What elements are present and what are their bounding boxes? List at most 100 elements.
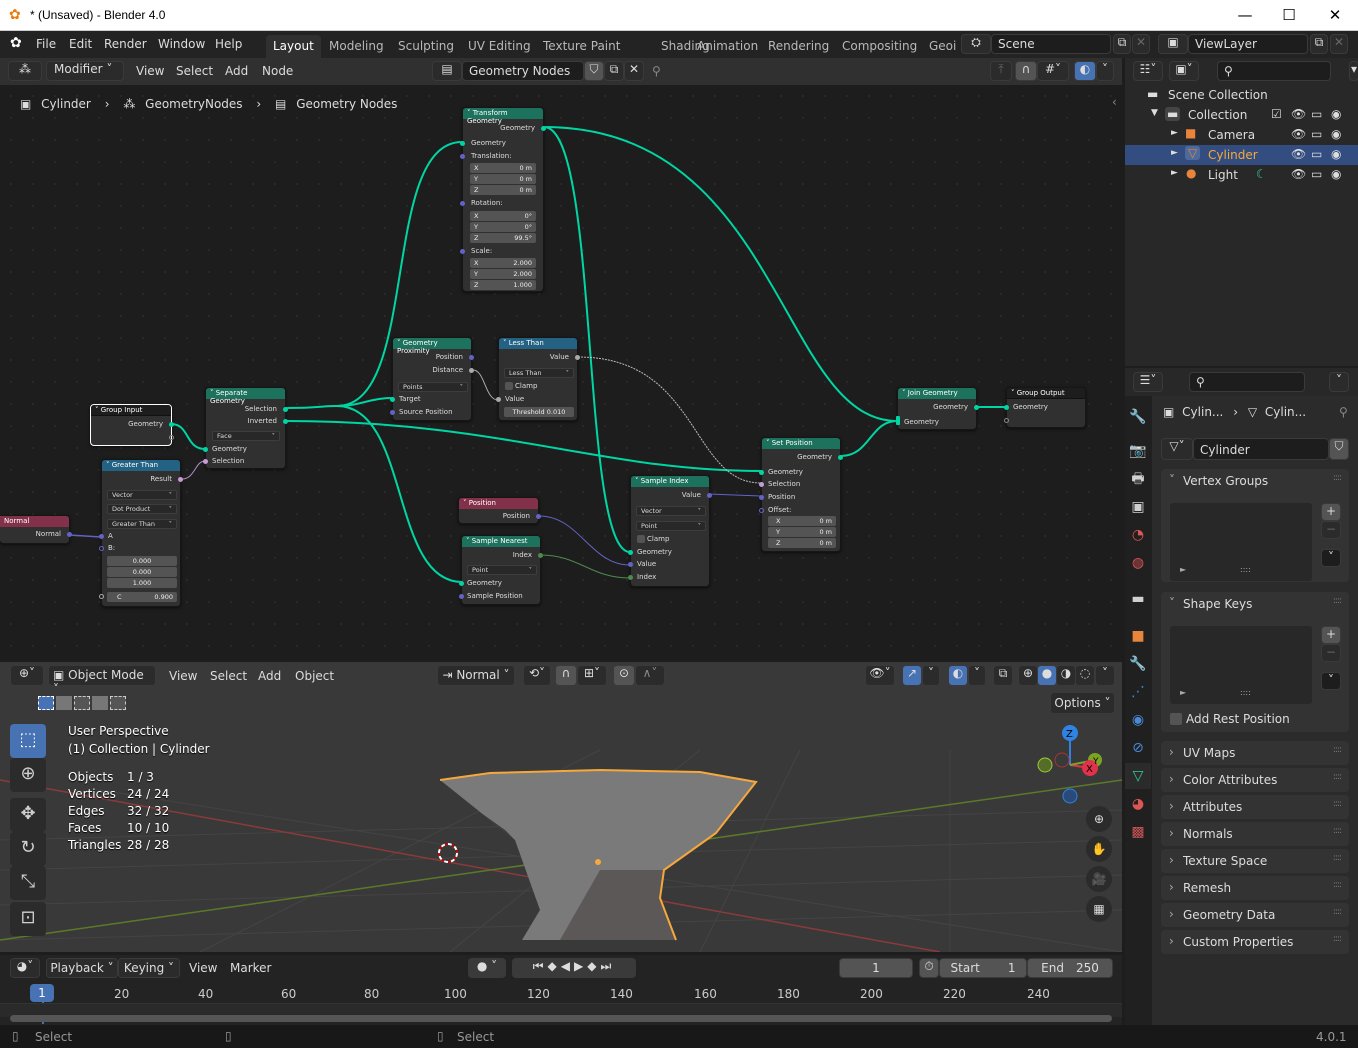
texture-tab-icon[interactable]: ▩ [1125, 819, 1151, 845]
socket-scale[interactable] [460, 249, 465, 254]
socket-target[interactable] [390, 397, 395, 402]
node-header[interactable]: ˅ Separate Geometry [206, 388, 285, 405]
scale-tool-icon[interactable]: ⤡ [10, 866, 46, 900]
data-type-dropdown[interactable]: Vector ˅ [107, 490, 177, 500]
mesh-data-tab-icon[interactable]: ▽ [1125, 763, 1151, 789]
socket-value-in[interactable] [496, 397, 501, 402]
viewport-display-icon[interactable]: ▭ [1311, 107, 1322, 121]
mesh-browse-icon[interactable]: ▽˅ [1161, 438, 1193, 460]
socket-empty[interactable] [1004, 418, 1009, 423]
offset-y[interactable]: Y0 m [768, 527, 836, 537]
node-menu-add[interactable]: Add [225, 64, 248, 78]
material-shading-icon[interactable]: ◑ [1056, 665, 1076, 686]
shading-dropdown-icon[interactable]: ˅ [1095, 665, 1115, 686]
node-header[interactable]: ˅ Group Output [1007, 388, 1085, 399]
node-editor-canvas[interactable]: ▣ Cylinder › ⁂ GeometryNodes › ▤ Geometr… [0, 85, 1122, 660]
drag-grip-icon[interactable]: :::: [1333, 934, 1342, 944]
filter-icon[interactable]: ▾ [1349, 61, 1358, 81]
socket-geometry-in[interactable] [628, 550, 633, 555]
select-invert-icon[interactable] [92, 696, 108, 710]
playback-dropdown[interactable]: Playback ˅ [46, 958, 118, 978]
scene-field[interactable]: Scene [991, 34, 1111, 54]
properties-search-input[interactable]: ⚲ [1189, 372, 1305, 392]
panel-title[interactable]: Shape Keys [1183, 597, 1252, 611]
select-subtract-icon[interactable] [74, 696, 90, 710]
minimize-button[interactable]: — [1230, 4, 1260, 26]
pan-hand-icon[interactable]: ✋ [1086, 836, 1112, 862]
keying-dropdown[interactable]: Keying ˅ [118, 958, 180, 978]
outliner-scene-collection[interactable]: ▬ Scene Collection [1125, 85, 1358, 105]
node-transform-geometry[interactable]: ˅ Transform Geometry Geometry Geometry T… [460, 107, 546, 292]
rotation-z[interactable]: Z 99.5° [470, 233, 536, 243]
pivot-icon[interactable]: ⟲˅ [523, 665, 551, 686]
panel-remesh[interactable]: › Remesh:::: [1161, 876, 1349, 900]
gizmo-toggle-icon[interactable]: ↗ [902, 665, 922, 686]
tab-modeling[interactable]: Modeling [322, 35, 391, 58]
overlay-icon[interactable]: ◐ [1074, 61, 1096, 81]
node-header[interactable]: ˅ Less Than [499, 338, 577, 349]
rotate-tool-icon[interactable]: ↻ [10, 832, 46, 866]
socket-empty[interactable] [169, 435, 174, 440]
new-scene-icon[interactable]: ⧉ [1113, 34, 1131, 54]
world-tab-icon[interactable]: ◍ [1125, 550, 1151, 576]
tab-geometry-nodes[interactable]: Geoi [922, 35, 963, 58]
snap-grid-icon[interactable]: #˅ [1037, 61, 1069, 81]
socket-offset-in[interactable] [759, 508, 764, 513]
panel-texture-space[interactable]: › Texture Space:::: [1161, 849, 1349, 873]
sidebar-toggle-icon[interactable]: ‹ [1112, 95, 1117, 109]
compare-op-dropdown[interactable]: Less Than ˅ [504, 368, 574, 378]
material-tab-icon[interactable]: ◕ [1125, 791, 1151, 817]
physics-tab-icon[interactable]: ◉ [1125, 707, 1151, 733]
end-frame-field[interactable]: End 250 [1027, 958, 1113, 978]
drag-grip-icon[interactable]: :::: [1333, 596, 1342, 606]
node-header[interactable]: ˅ Greater Than [102, 460, 180, 471]
socket-geometry-out[interactable] [169, 422, 174, 427]
remove-shape-key-button[interactable]: − [1321, 644, 1341, 662]
snap-target-icon[interactable]: ⊞˅ [577, 665, 607, 686]
outliner-search-input[interactable]: ⚲ [1217, 61, 1331, 81]
expand-icon[interactable]: ▼ [1151, 108, 1158, 118]
view-layer-icon[interactable]: ▣ [1158, 34, 1188, 54]
scene-selector-icon[interactable]: ⛭ [961, 34, 991, 54]
visibility-icon[interactable]: 👁˅ [865, 665, 895, 686]
socket-geometry-out[interactable] [974, 405, 979, 410]
3d-viewport[interactable]: ⬚ ⊕ ✥ ↻ ⤡ ⊡ User Perspective (1) Collect… [0, 690, 1122, 952]
panel-color-attributes[interactable]: › Color Attributes:::: [1161, 768, 1349, 792]
properties-editor-type-icon[interactable]: ☰˅ [1133, 372, 1163, 392]
socket-value-in[interactable] [628, 562, 633, 567]
expand-icon[interactable]: ► [1171, 168, 1178, 178]
node-header[interactable]: ˅ Group Input [91, 405, 171, 416]
node-header[interactable]: ˅ Set Position [762, 438, 840, 449]
socket-geometry-in[interactable] [203, 447, 208, 452]
tab-rendering[interactable]: Rendering [761, 35, 836, 58]
node-geometry-proximity[interactable]: ˅ Geometry Proximity Position Distance P… [390, 337, 474, 421]
delete-view-layer-icon[interactable]: ✕ [1330, 34, 1348, 54]
rendered-shading-icon[interactable]: ◌ [1075, 665, 1095, 686]
modifier-tab-icon[interactable]: 🔧 [1125, 651, 1151, 677]
viewport-editor-type-icon[interactable]: ⊕˅ [10, 665, 44, 686]
navigation-gizmo[interactable]: Z X Y [1030, 720, 1110, 810]
outliner-item-cylinder[interactable]: ► ▽ Cylinder 👁 ▭ ◉ [1125, 145, 1358, 165]
panel-custom-properties[interactable]: › Custom Properties:::: [1161, 930, 1349, 954]
tab-sculpting[interactable]: Sculpting [391, 35, 461, 58]
exclude-checkbox[interactable]: ☑ [1271, 107, 1282, 121]
data-type-dropdown[interactable]: Vector ˅ [636, 506, 706, 516]
clamp-checkbox[interactable] [637, 535, 645, 543]
move-tool-icon[interactable]: ✥ [10, 798, 46, 832]
socket-geometry-multi-in[interactable] [896, 416, 900, 425]
c-field[interactable]: C 0.900 [107, 592, 177, 602]
viewport-menu-object[interactable]: Object [295, 669, 334, 683]
vector-mode-dropdown[interactable]: Dot Product ˅ [107, 504, 177, 514]
chevron-down-icon[interactable]: ˅ [1169, 596, 1175, 610]
eye-icon[interactable]: 👁 [1291, 167, 1306, 181]
new-view-layer-icon[interactable]: ⧉ [1310, 34, 1328, 54]
node-header[interactable]: ˅ Join Geometry [898, 388, 976, 399]
properties-options-icon[interactable]: ˅ [1329, 372, 1349, 392]
timeline-menu-marker[interactable]: Marker [230, 961, 271, 975]
offset-x[interactable]: X0 m [768, 516, 836, 526]
viewport-display-icon[interactable]: ▭ [1311, 127, 1322, 141]
socket-selection-in[interactable] [203, 459, 208, 464]
scale-x[interactable]: X 2.000 [470, 258, 536, 268]
drag-grip-icon[interactable]: :::: [1333, 772, 1342, 782]
transform-tool-icon[interactable]: ⊡ [10, 902, 46, 936]
